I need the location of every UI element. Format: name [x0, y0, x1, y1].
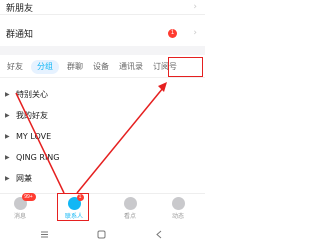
list-item[interactable]: ▶ QING RING	[0, 147, 205, 168]
list-item[interactable]: ▶ 网兼	[0, 168, 205, 189]
tab-friends[interactable]: 好友	[5, 60, 25, 74]
group-notice-label: 群通知	[6, 29, 34, 40]
expand-triangle-icon: ▶	[5, 91, 10, 98]
expand-triangle-icon: ▶	[5, 112, 10, 119]
group-label: 网兼	[16, 174, 32, 183]
section-divider	[0, 46, 205, 55]
nav-messages-label: 消息	[13, 213, 26, 220]
chevron-right-icon: ›	[193, 2, 197, 12]
list-item[interactable]: ▶ 特别关心	[0, 84, 205, 105]
nav-watch-label: 看点	[123, 213, 136, 220]
list-item[interactable]: ▶ MY LOVE	[0, 126, 205, 147]
tab-group-chats[interactable]: 群聊	[65, 60, 85, 74]
messages-badge: 99+	[21, 193, 36, 201]
nav-moments-label: 动态	[171, 213, 184, 220]
new-friends-label: 新朋友	[6, 3, 34, 14]
home-icon[interactable]	[97, 230, 106, 239]
expand-triangle-icon: ▶	[5, 154, 10, 161]
tab-address-book[interactable]: 通讯录	[117, 60, 145, 74]
message-icon: 99+	[13, 193, 36, 210]
group-notice-badge: 1	[168, 28, 177, 38]
chevron-right-icon: ›	[193, 28, 197, 38]
group-label: 我的好友	[16, 111, 48, 120]
back-icon[interactable]	[155, 230, 164, 239]
expand-triangle-icon: ▶	[5, 133, 10, 140]
list-item[interactable]: ▶ 我的好友	[0, 105, 205, 126]
nav-moments[interactable]: 动态	[160, 197, 196, 220]
nav-messages[interactable]: 99+ 消息	[2, 193, 38, 220]
group-notice-row[interactable]: 群通知 1 ›	[0, 22, 205, 44]
group-label: MY LOVE	[16, 132, 52, 141]
watch-icon	[123, 197, 137, 210]
bottom-nav-bar: 99+ 消息 1 联系人 看点 动态	[0, 193, 205, 221]
menu-icon[interactable]	[40, 230, 49, 239]
group-list: ▶ 特别关心 ▶ 我的好友 ▶ MY LOVE ▶ QING RING ▶ 网兼	[0, 84, 205, 189]
contacts-nav-highlight	[57, 193, 89, 221]
group-label: QING RING	[16, 153, 60, 162]
new-friends-row[interactable]: 新朋友 ›	[0, 0, 205, 15]
system-nav-bar	[0, 222, 205, 246]
moments-icon	[171, 197, 185, 210]
expand-triangle-icon: ▶	[5, 175, 10, 182]
nav-watch[interactable]: 看点	[112, 197, 148, 220]
group-label: 特别关心	[16, 90, 48, 99]
tab-devices[interactable]: 设备	[91, 60, 111, 74]
tab-groups[interactable]: 分组	[31, 59, 59, 74]
subscriptions-tab-highlight	[168, 57, 203, 77]
